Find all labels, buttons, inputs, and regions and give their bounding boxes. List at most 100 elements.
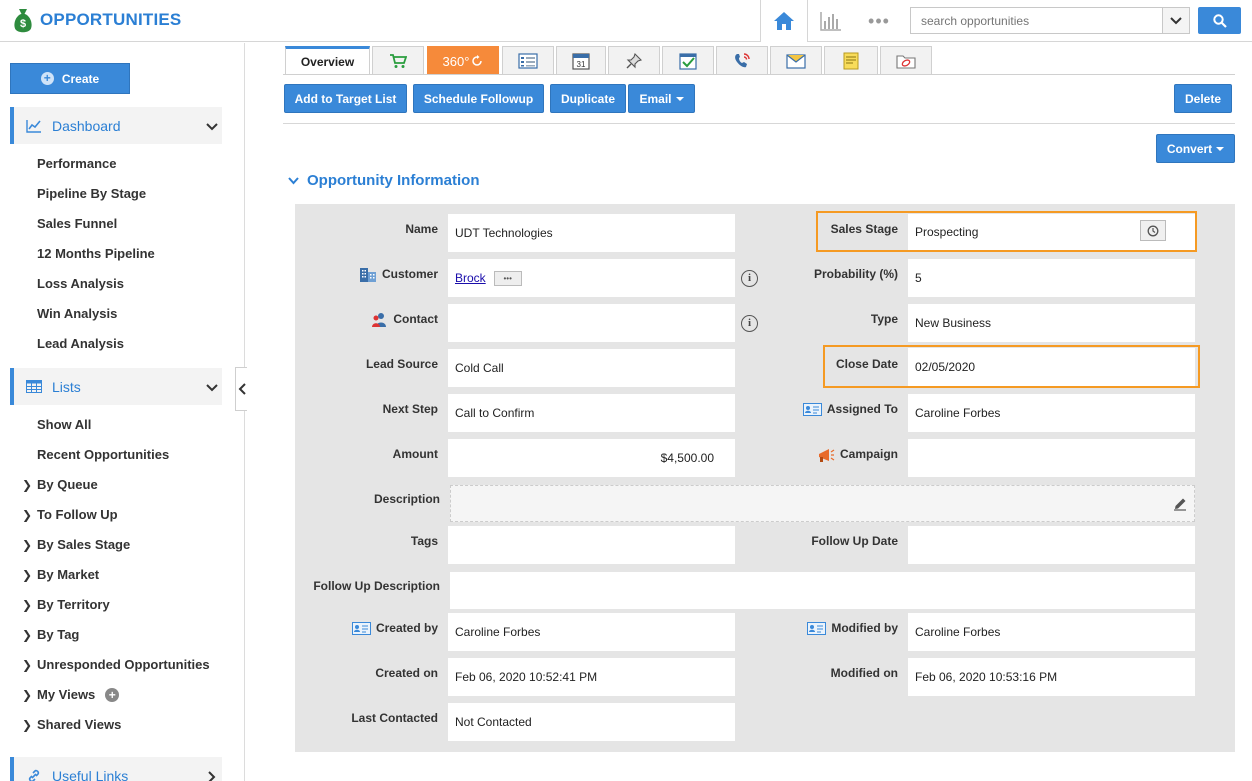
sidebar-item-performance[interactable]: Performance xyxy=(37,156,116,171)
sales-stage-history-button[interactable] xyxy=(1140,220,1166,241)
sidebar-folder-by-queue[interactable]: ❯ By Queue xyxy=(22,477,98,492)
created-on-label: Created on xyxy=(375,666,438,680)
refresh-icon xyxy=(472,55,483,66)
delete-button[interactable]: Delete xyxy=(1174,84,1232,113)
sidebar-item-win-analysis[interactable]: Win Analysis xyxy=(37,306,117,321)
search-button[interactable] xyxy=(1198,7,1241,34)
sidebar-folder-label: My Views xyxy=(37,687,96,702)
campaign-field[interactable] xyxy=(908,439,1195,477)
sidebar-item-lead-analysis[interactable]: Lead Analysis xyxy=(37,336,124,351)
sidebar-folder-to-follow-up[interactable]: ❯ To Follow Up xyxy=(22,507,118,522)
contact-info-icon[interactable]: i xyxy=(741,315,758,332)
duplicate-label: Duplicate xyxy=(560,91,615,106)
follow-up-description-label: Follow Up Description xyxy=(313,579,440,593)
chevron-left-icon xyxy=(238,383,246,395)
description-field[interactable] xyxy=(450,485,1195,522)
tab-notes[interactable] xyxy=(824,46,878,75)
modified-on-value: Feb 06, 2020 10:53:16 PM xyxy=(915,670,1058,684)
next-step-field[interactable]: Call to Confirm xyxy=(448,394,735,432)
create-button[interactable]: + Create xyxy=(10,63,130,94)
sidebar-folder-unresponded-opportunities[interactable]: ❯ Unresponded Opportunities xyxy=(22,657,210,672)
modified-by-value: Caroline Forbes xyxy=(915,625,1001,639)
customer-link[interactable]: Brock xyxy=(455,271,486,285)
tab-360-view[interactable]: 360° xyxy=(427,46,499,75)
sidebar-folder-my-views[interactable]: ❯ My Views + xyxy=(22,687,120,702)
tags-field[interactable] xyxy=(448,526,735,564)
chevron-right-icon: ❯ xyxy=(22,627,33,642)
lead-source-value: Cold Call xyxy=(455,361,504,375)
duplicate-button[interactable]: Duplicate xyxy=(550,84,626,113)
search-icon xyxy=(1212,13,1227,28)
sidebar-item-recent-opportunities[interactable]: Recent Opportunities xyxy=(37,447,169,462)
contact-person-icon xyxy=(372,313,387,327)
sidebar-item-sales-funnel[interactable]: Sales Funnel xyxy=(37,216,117,231)
modified-by-label-text: Modified by xyxy=(831,621,898,635)
more-options-button[interactable]: ••• xyxy=(864,6,894,36)
sidebar-section-lists[interactable]: Lists xyxy=(10,368,222,405)
lead-source-field[interactable]: Cold Call xyxy=(448,349,735,387)
sidebar-item-loss-analysis[interactable]: Loss Analysis xyxy=(37,276,124,291)
sidebar-folder-label: Unresponded Opportunities xyxy=(37,657,210,672)
schedule-followup-button[interactable]: Schedule Followup xyxy=(413,84,544,113)
name-value: UDT Technologies xyxy=(455,226,553,240)
tab-overview[interactable]: Overview xyxy=(285,46,370,75)
type-field[interactable]: New Business xyxy=(908,304,1195,342)
sidebar-folder-label: By Queue xyxy=(37,477,98,492)
sidebar-section-useful-links-label: Useful Links xyxy=(52,767,129,781)
sidebar-folder-by-market[interactable]: ❯ By Market xyxy=(22,567,99,582)
plus-icon: + xyxy=(40,72,54,85)
contact-field[interactable] xyxy=(448,304,735,342)
search-box xyxy=(910,7,1190,34)
sales-stage-field[interactable]: Prospecting xyxy=(908,214,1195,250)
customer-more-button[interactable]: ••• xyxy=(493,270,522,286)
convert-button[interactable]: Convert xyxy=(1156,134,1235,163)
home-button[interactable] xyxy=(760,0,808,42)
reports-button[interactable] xyxy=(816,6,846,36)
sidebar-folder-label: By Market xyxy=(37,567,100,582)
tab-calendar[interactable]: 31 xyxy=(556,46,606,75)
sidebar-folder-by-sales-stage[interactable]: ❯ By Sales Stage xyxy=(22,537,130,552)
tab-products[interactable] xyxy=(372,46,424,75)
assigned-to-field[interactable]: Caroline Forbes xyxy=(908,394,1195,432)
name-field[interactable]: UDT Technologies xyxy=(448,214,735,252)
sidebar-folder-by-territory[interactable]: ❯ By Territory xyxy=(22,597,110,612)
sidebar-folder-shared-views[interactable]: ❯ Shared Views xyxy=(22,717,121,732)
pencil-icon[interactable] xyxy=(1173,497,1187,511)
section-header-opportunity-information[interactable]: Opportunity Information xyxy=(288,172,479,189)
next-step-label: Next Step xyxy=(382,402,438,416)
sidebar-item-pipeline-by-stage[interactable]: Pipeline By Stage xyxy=(37,186,146,201)
customer-info-icon[interactable]: i xyxy=(741,270,758,287)
tab-calls[interactable] xyxy=(716,46,768,75)
sidebar-collapse-button[interactable] xyxy=(235,367,247,411)
amount-field[interactable]: $4,500.00 xyxy=(448,439,735,477)
modified-by-field: Caroline Forbes xyxy=(908,613,1195,651)
svg-text:31: 31 xyxy=(577,60,586,69)
probability-field[interactable]: 5 xyxy=(908,259,1195,297)
follow-up-date-field[interactable] xyxy=(908,526,1195,564)
search-dropdown-button[interactable] xyxy=(1162,8,1189,33)
search-input[interactable] xyxy=(911,8,1163,33)
sidebar-folder-by-tag[interactable]: ❯ By Tag xyxy=(22,627,79,642)
sidebar-section-useful-links[interactable]: Useful Links xyxy=(10,757,222,781)
sidebar-item-show-all[interactable]: Show All xyxy=(37,417,91,432)
top-bar: $ OPPORTUNITIES ••• xyxy=(0,0,1252,42)
pushpin-icon xyxy=(626,52,643,69)
last-contacted-value: Not Contacted xyxy=(455,715,532,729)
modified-on-label: Modified on xyxy=(830,666,898,680)
sidebar-section-dashboard[interactable]: Dashboard xyxy=(10,107,222,144)
tab-tasks[interactable] xyxy=(662,46,714,75)
add-view-icon[interactable]: + xyxy=(105,687,120,702)
sidebar-item-12-months-pipeline[interactable]: 12 Months Pipeline xyxy=(37,246,155,261)
next-step-value: Call to Confirm xyxy=(455,406,535,420)
follow-up-description-field[interactable] xyxy=(450,572,1195,609)
tab-pin[interactable] xyxy=(608,46,660,75)
chevron-right-icon: ❯ xyxy=(22,567,33,582)
tab-email[interactable] xyxy=(770,46,822,75)
add-to-target-list-button[interactable]: Add to Target List xyxy=(284,84,407,113)
email-button[interactable]: Email xyxy=(628,84,695,113)
chevron-right-icon: ❯ xyxy=(22,537,33,552)
tab-attachments[interactable] xyxy=(880,46,932,75)
close-date-field[interactable]: 02/05/2020 xyxy=(908,348,1195,386)
create-button-label: Create xyxy=(61,71,100,86)
tab-details[interactable] xyxy=(502,46,554,75)
